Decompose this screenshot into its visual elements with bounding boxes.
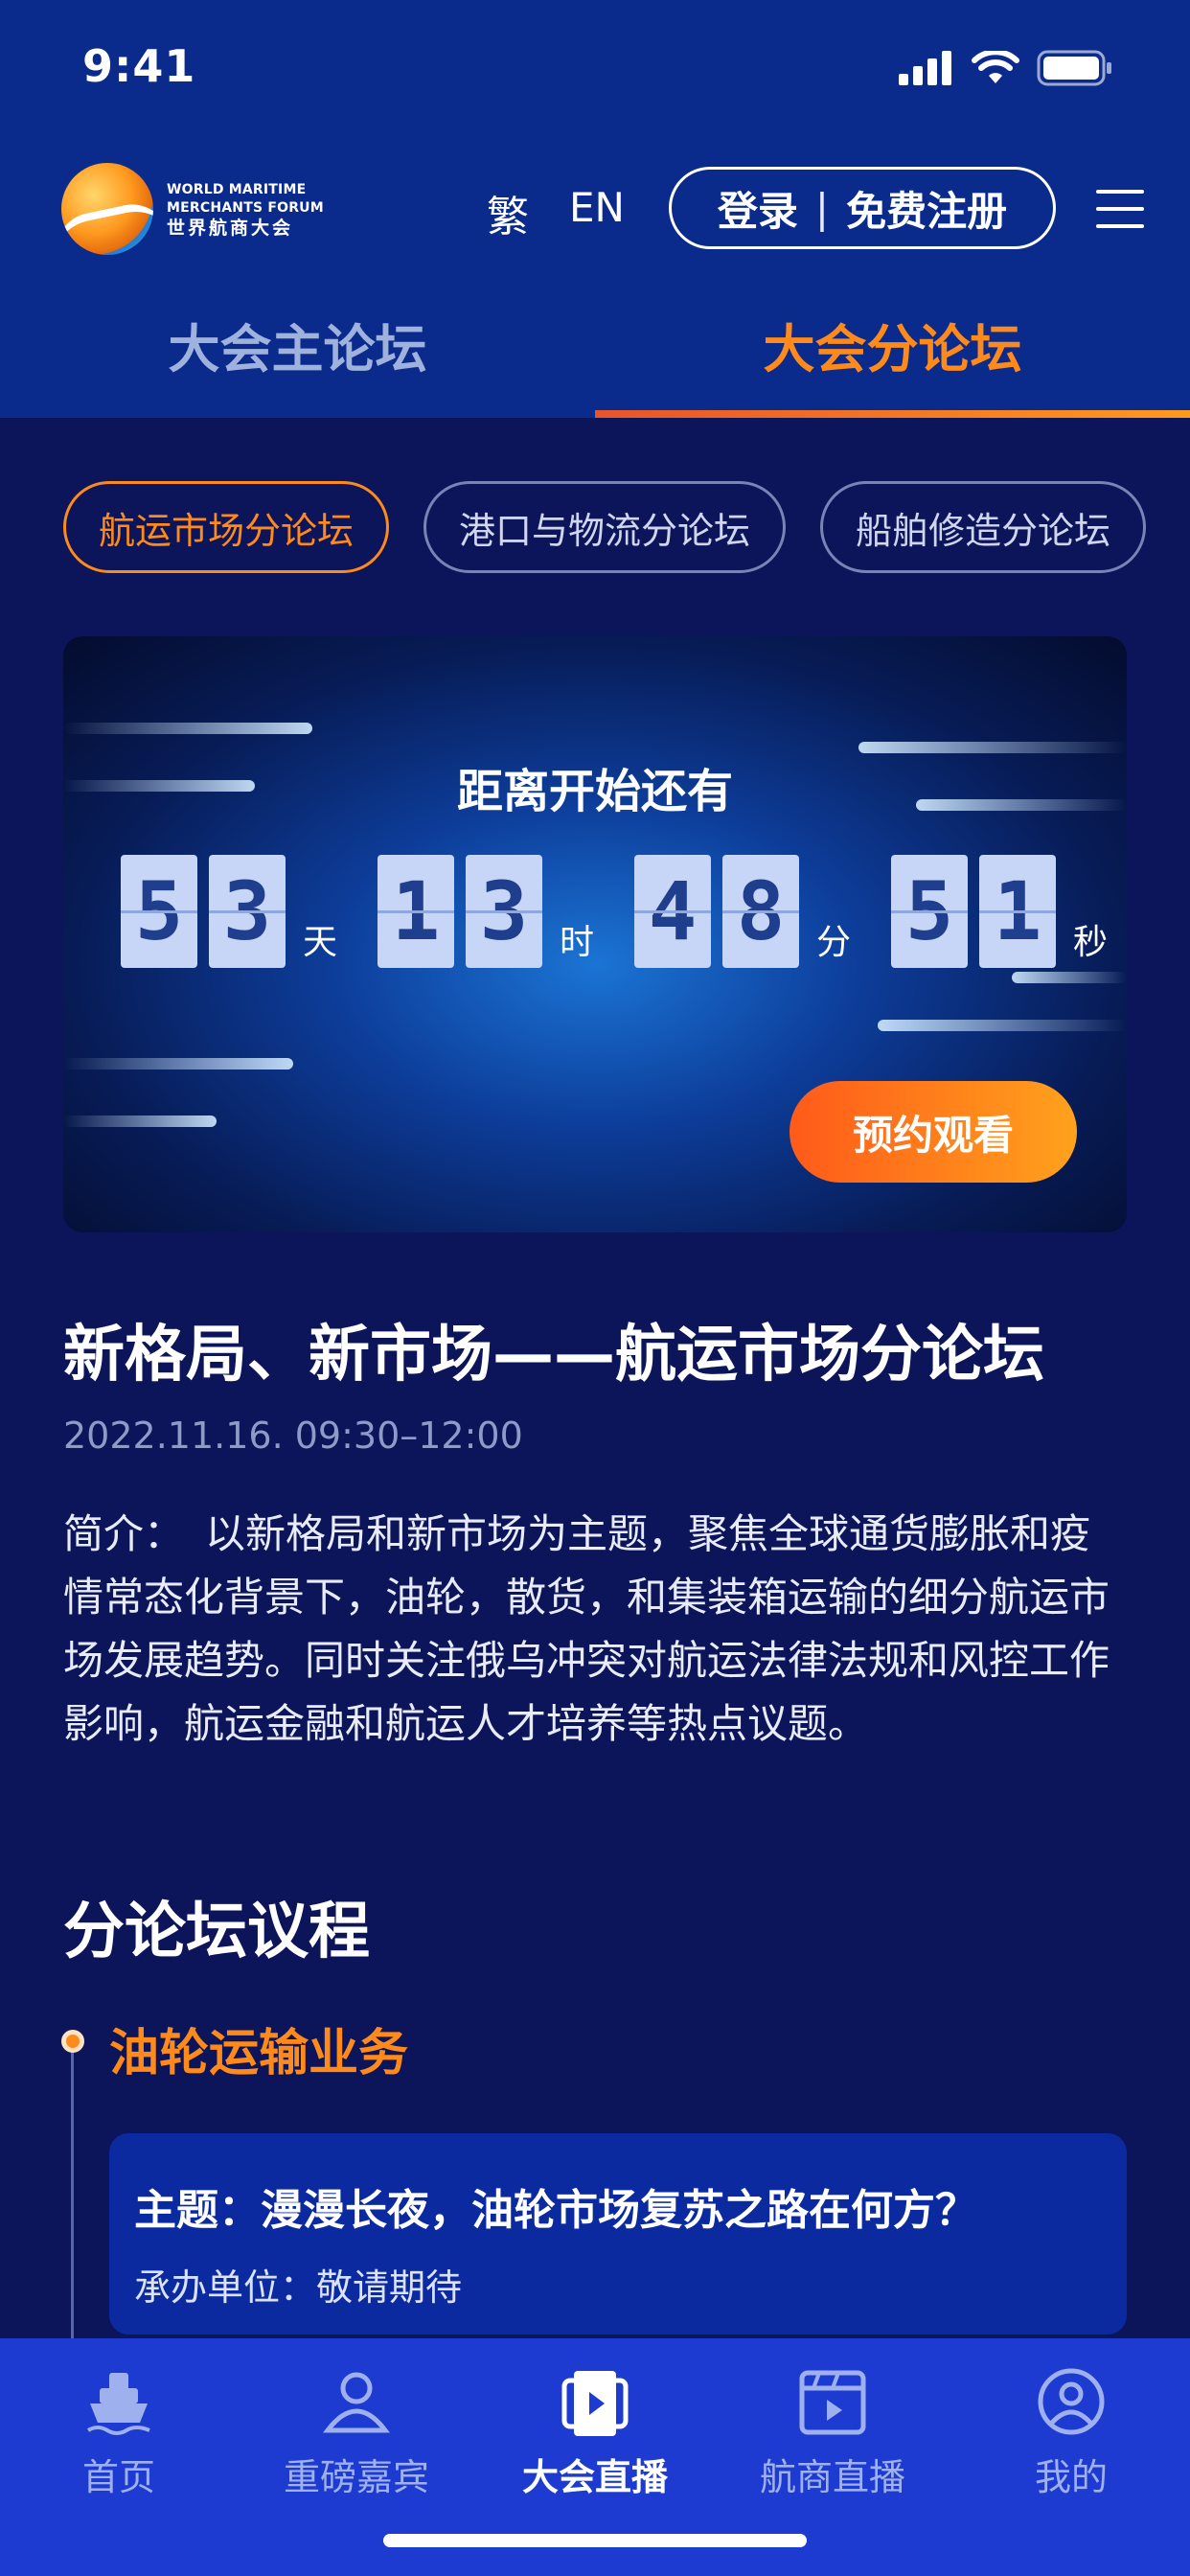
intro-text: 以新格局和新市场为主题，聚焦全球通货膨胀和疫情常态化背景下，油轮，散货，和集装箱… — [63, 1510, 1110, 1747]
login-label[interactable]: 登录 — [718, 179, 798, 238]
forum-title: 新格局、新市场——航运市场分论坛 — [63, 1320, 1044, 1391]
seconds-unit: 秒 — [1073, 923, 1109, 962]
days-unit: 天 — [303, 923, 338, 962]
countdown-card: 距离开始还有 5 3 天 1 3 时 4 8 分 5 1 秒 预约观看 — [63, 636, 1127, 1232]
agenda-title: 分论坛议程 — [63, 1897, 370, 1967]
hamburger-menu-icon[interactable] — [1096, 190, 1144, 228]
tab-main-forum[interactable]: 大会主论坛 — [0, 307, 595, 382]
timeline-dot — [61, 2030, 84, 2053]
nav-item-home[interactable]: 首页 — [0, 2363, 238, 2500]
nav-label-mine: 我的 — [1034, 2456, 1108, 2498]
countdown-title: 距离开始还有 — [456, 765, 733, 818]
nav-item-conference-live[interactable]: 大会直播 — [476, 2363, 714, 2500]
logo-cn: 世界航商大会 — [167, 217, 294, 239]
countdown-digit: 3 — [209, 855, 286, 968]
status-time: 9:41 — [82, 40, 196, 92]
subtab-port-logistics[interactable]: 港口与物流分论坛 — [423, 481, 787, 573]
agenda-item-title: 油轮运输业务 — [109, 2025, 409, 2082]
battery-icon — [1037, 50, 1111, 86]
countdown-digit: 1 — [979, 855, 1057, 968]
login-register-button[interactable]: 登录 | 免费注册 — [669, 167, 1056, 249]
reserve-watch-button[interactable]: 预约观看 — [790, 1081, 1077, 1183]
nav-item-merchant-live[interactable]: 航商直播 — [714, 2363, 951, 2500]
active-tab-indicator — [595, 410, 1190, 418]
lang-traditional-button[interactable]: 繁 — [487, 182, 529, 243]
ship-icon — [86, 2373, 150, 2435]
countdown-digit: 3 — [466, 855, 543, 968]
minutes-unit: 分 — [816, 923, 852, 962]
nav-label-conference-live: 大会直播 — [521, 2456, 668, 2498]
live-video-icon — [561, 2371, 629, 2436]
app-header: WORLD MARITIME MERCHANTS FORUM 世界航商大会 繁 … — [0, 153, 1190, 268]
login-separator: | — [814, 184, 830, 232]
countdown-digit: 4 — [634, 855, 712, 968]
countdown-digit: 8 — [722, 855, 800, 968]
countdown-digit: 1 — [378, 855, 455, 968]
nav-label-merchant-live: 航商直播 — [759, 2456, 905, 2498]
forum-intro: 简介： 以新格局和新市场为主题，聚焦全球通货膨胀和疫情常态化背景下，油轮，散货，和… — [63, 1503, 1127, 1756]
subtab-shipbuilding[interactable]: 船舶修造分论坛 — [820, 481, 1147, 573]
register-label[interactable]: 免费注册 — [846, 179, 1007, 238]
main-tabs: 大会主论坛 大会分论坛 — [0, 307, 1190, 418]
user-circle-icon — [1038, 2368, 1105, 2435]
lang-english-button[interactable]: EN — [569, 184, 625, 231]
agenda-host: 承办单位：敬请期待 — [134, 2266, 463, 2309]
status-icons — [899, 50, 1113, 86]
nav-label-home: 首页 — [81, 2456, 155, 2498]
countdown-digit: 5 — [121, 855, 197, 968]
person-icon — [322, 2372, 391, 2433]
nav-item-guests[interactable]: 重磅嘉宾 — [238, 2363, 475, 2500]
logo-icon — [61, 163, 153, 255]
wifi-icon — [972, 51, 1019, 83]
bottom-nav: 首页 重磅嘉宾 大会直播 航商直播 我的 — [0, 2338, 1190, 2576]
sub-forum-tabs: 航运市场分论坛 港口与物流分论坛 船舶修造分论坛 — [63, 481, 1147, 573]
hours-unit: 时 — [560, 923, 595, 962]
agenda-card[interactable]: 主题：漫漫长夜，油轮市场复苏之路在何方？ 承办单位：敬请期待 — [109, 2133, 1127, 2334]
timeline-line — [71, 2053, 74, 2340]
nav-label-guests: 重磅嘉宾 — [283, 2456, 429, 2498]
logo-en-line1: WORLD MARITIME — [167, 181, 307, 197]
intro-label: 简介： — [63, 1510, 185, 1557]
forum-datetime: 2022.11.16. 09:30–12:00 — [63, 1414, 523, 1457]
agenda-topic: 主题：漫漫长夜，油轮市场复苏之路在何方？ — [134, 2186, 977, 2235]
countdown-timer: 5 3 天 1 3 时 4 8 分 5 1 秒 — [121, 855, 1108, 968]
forum-logo[interactable]: WORLD MARITIME MERCHANTS FORUM 世界航商大会 — [61, 163, 324, 255]
clapper-icon — [799, 2370, 866, 2435]
tab-sub-forum[interactable]: 大会分论坛 — [595, 307, 1190, 382]
status-bar: 9:41 — [0, 0, 1190, 144]
logo-en-line2: MERCHANTS FORUM — [167, 199, 324, 216]
subtab-shipping-market[interactable]: 航运市场分论坛 — [63, 481, 390, 573]
countdown-digit: 5 — [891, 855, 969, 968]
nav-item-mine[interactable]: 我的 — [952, 2363, 1190, 2500]
signal-icon — [899, 51, 951, 85]
home-indicator[interactable] — [383, 2534, 807, 2547]
